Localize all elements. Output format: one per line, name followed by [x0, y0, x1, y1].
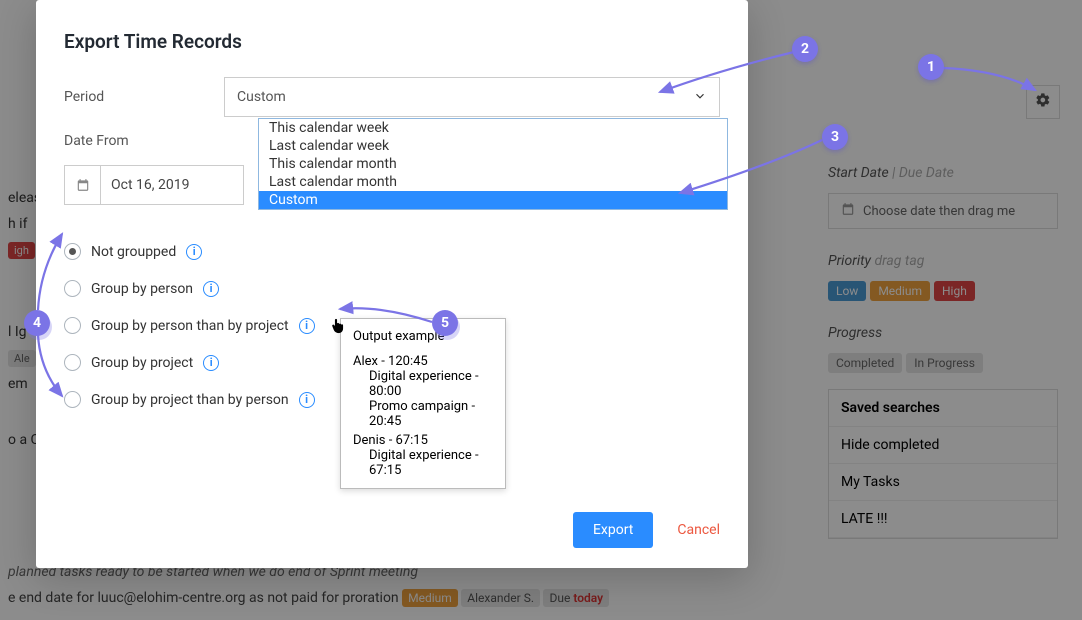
dropdown-option[interactable]: Last calendar week: [259, 137, 727, 155]
period-value: Custom: [237, 89, 286, 105]
period-dropdown: This calendar week Last calendar week Th…: [258, 118, 728, 210]
info-icon[interactable]: i: [203, 281, 219, 297]
tooltip-line: Denis - 67:15: [353, 433, 493, 448]
dialog-title: Export Time Records: [64, 30, 720, 53]
radio-not-grouped[interactable]: [64, 243, 81, 260]
export-button[interactable]: Export: [573, 512, 653, 548]
radio-label: Group by person: [91, 281, 193, 297]
radio-label: Group by project: [91, 355, 193, 371]
tooltip-line: Promo campaign - 20:45: [353, 399, 493, 429]
output-example-tooltip: Output example Alex - 120:45 Digital exp…: [340, 318, 506, 489]
annotation-marker-3: 3: [822, 124, 848, 150]
dropdown-option[interactable]: This calendar week: [259, 119, 727, 137]
chevron-down-icon: [693, 88, 707, 107]
date-from-input[interactable]: Oct 16, 2019: [64, 165, 244, 205]
period-select[interactable]: Custom: [224, 77, 720, 117]
date-from-value: Oct 16, 2019: [101, 177, 199, 193]
tooltip-title: Output example: [353, 329, 493, 344]
dropdown-option[interactable]: This calendar month: [259, 155, 727, 173]
annotation-marker-4: 4: [24, 310, 50, 336]
annotation-marker-1: 1: [918, 54, 944, 80]
export-time-records-dialog: Export Time Records Period Custom Date F…: [36, 0, 748, 568]
info-icon[interactable]: i: [203, 355, 219, 371]
pointer-cursor-icon: [330, 317, 346, 340]
dropdown-option[interactable]: Last calendar month: [259, 173, 727, 191]
radio-label: Group by person than by project: [91, 318, 289, 334]
tooltip-line: Digital experience - 67:15: [353, 448, 493, 478]
annotation-marker-5: 5: [432, 310, 458, 336]
dropdown-option-selected[interactable]: Custom: [259, 191, 727, 209]
annotation-marker-2: 2: [792, 36, 818, 62]
tooltip-line: Alex - 120:45: [353, 354, 493, 369]
radio-label: Not groupped: [91, 244, 176, 260]
info-icon[interactable]: i: [299, 392, 315, 408]
radio-by-project[interactable]: [64, 354, 81, 371]
date-from-label: Date From: [64, 133, 224, 149]
info-icon[interactable]: i: [299, 318, 315, 334]
radio-by-person[interactable]: [64, 280, 81, 297]
radio-by-project-then-person[interactable]: [64, 391, 81, 408]
radio-by-person-then-project[interactable]: [64, 317, 81, 334]
tooltip-line: Digital experience - 80:00: [353, 369, 493, 399]
calendar-icon: [65, 166, 101, 204]
radio-label: Group by project than by person: [91, 392, 289, 408]
cancel-button[interactable]: Cancel: [677, 522, 720, 538]
info-icon[interactable]: i: [186, 244, 202, 260]
period-label: Period: [64, 89, 224, 105]
